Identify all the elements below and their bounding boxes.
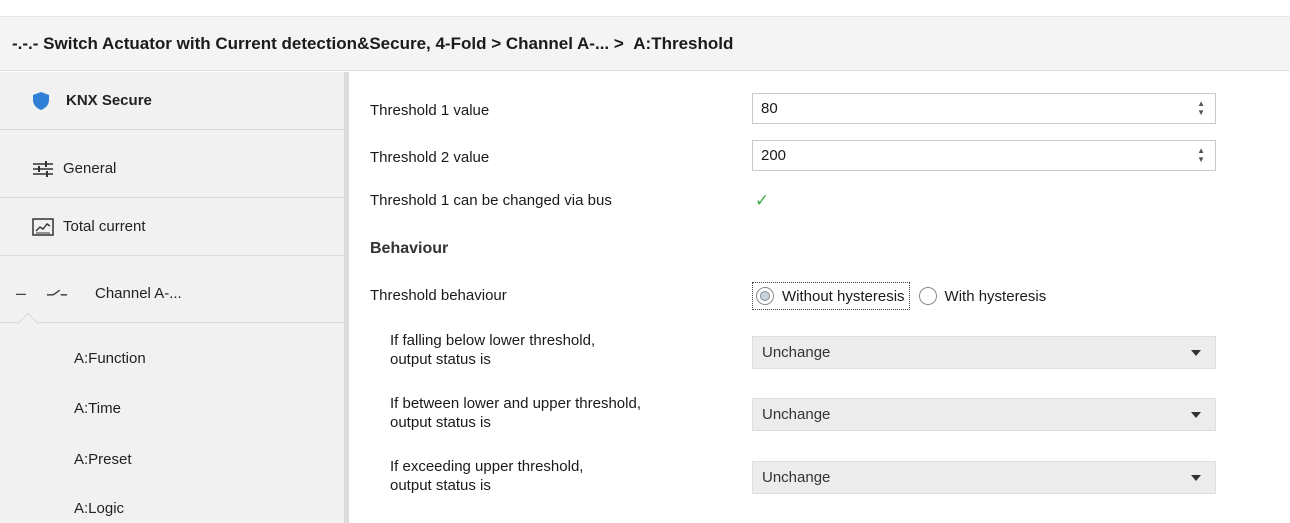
- spinner-arrows-icon[interactable]: ▲ ▼: [1197, 99, 1205, 117]
- threshold2-label: Threshold 2 value: [370, 149, 490, 166]
- breadcrumb: -.-.- Switch Actuator with Current detec…: [0, 16, 1290, 71]
- chart-icon: [32, 216, 54, 238]
- breadcrumb-current-page: A:Threshold: [633, 33, 734, 53]
- bus-change-checkbox[interactable]: ✓: [753, 191, 771, 210]
- section-title-behaviour: Behaviour: [370, 240, 449, 257]
- exceeding-threshold-select[interactable]: Unchange: [752, 461, 1216, 494]
- threshold-behaviour-label: Threshold behaviour: [370, 287, 507, 304]
- sidebar-item-label: Total current: [63, 218, 146, 235]
- radio-unselected-icon: [918, 287, 937, 305]
- sidebar-item-general[interactable]: General: [0, 140, 344, 198]
- between-threshold-label: If between lower and upper threshold, ou…: [390, 395, 641, 431]
- sidebar-splitter[interactable]: [344, 72, 349, 523]
- chevron-down-icon: [1191, 412, 1201, 418]
- select-value: Unchange: [762, 469, 831, 486]
- switch-icon: [46, 282, 68, 304]
- below-threshold-select[interactable]: Unchange: [752, 336, 1216, 369]
- sliders-icon: [32, 158, 54, 180]
- spinner-arrows-icon[interactable]: ▲ ▼: [1197, 146, 1205, 164]
- between-threshold-select[interactable]: Unchange: [752, 398, 1216, 431]
- radio-with-hysteresis[interactable]: With hysteresis: [916, 282, 1051, 310]
- sidebar-subitem-preset[interactable]: A:Preset: [74, 451, 132, 468]
- sidebar-subitem-logic[interactable]: A:Logic: [74, 500, 124, 517]
- breadcrumb-device[interactable]: -.-.- Switch Actuator with Current detec…: [12, 34, 486, 54]
- chevron-down-icon: [1191, 475, 1201, 481]
- breadcrumb-separator: >: [613, 33, 624, 53]
- sidebar-item-label: General: [63, 160, 117, 177]
- sidebar-item-label: KNX Secure: [66, 92, 152, 109]
- sidebar-subitem-time[interactable]: A:Time: [74, 400, 121, 417]
- radio-selected-icon: [756, 287, 774, 305]
- checkmark-icon: ✓: [754, 191, 770, 210]
- radio-label: With hysteresis: [944, 287, 1047, 305]
- sidebar-item-knx-secure[interactable]: KNX Secure: [0, 72, 344, 130]
- chevron-down-icon: [1191, 350, 1201, 356]
- sidebar-item-label: Channel A-...: [95, 284, 182, 302]
- radio-label: Without hysteresis: [782, 287, 905, 305]
- collapse-icon[interactable]: –: [16, 283, 26, 304]
- select-value: Unchange: [762, 406, 831, 423]
- exceeding-threshold-label: If exceeding upper threshold, output sta…: [390, 458, 584, 494]
- threshold1-input[interactable]: 80 ▲ ▼: [752, 93, 1216, 124]
- breadcrumb-separator: >: [491, 33, 502, 53]
- threshold1-value: 80: [761, 100, 778, 117]
- threshold1-label: Threshold 1 value: [370, 102, 490, 119]
- bus-change-label: Threshold 1 can be changed via bus: [370, 192, 612, 209]
- radio-without-hysteresis[interactable]: Without hysteresis: [752, 282, 910, 310]
- sidebar-subitem-function[interactable]: A:Function: [74, 350, 146, 367]
- threshold2-value: 200: [761, 147, 787, 164]
- breadcrumb-channel[interactable]: Channel A-...: [506, 34, 609, 54]
- select-value: Unchange: [762, 344, 831, 361]
- sidebar-item-channel-a[interactable]: – Channel A-...: [0, 264, 344, 322]
- threshold-behaviour-radio-group: Without hysteresis With hysteresis: [752, 281, 1050, 311]
- threshold2-input[interactable]: 200 ▲ ▼: [752, 140, 1216, 171]
- sidebar-item-total-current[interactable]: Total current: [0, 198, 344, 256]
- below-threshold-label: If falling below lower threshold, output…: [390, 332, 596, 368]
- shield-icon: [30, 90, 52, 112]
- sidebar-divider: [0, 322, 344, 323]
